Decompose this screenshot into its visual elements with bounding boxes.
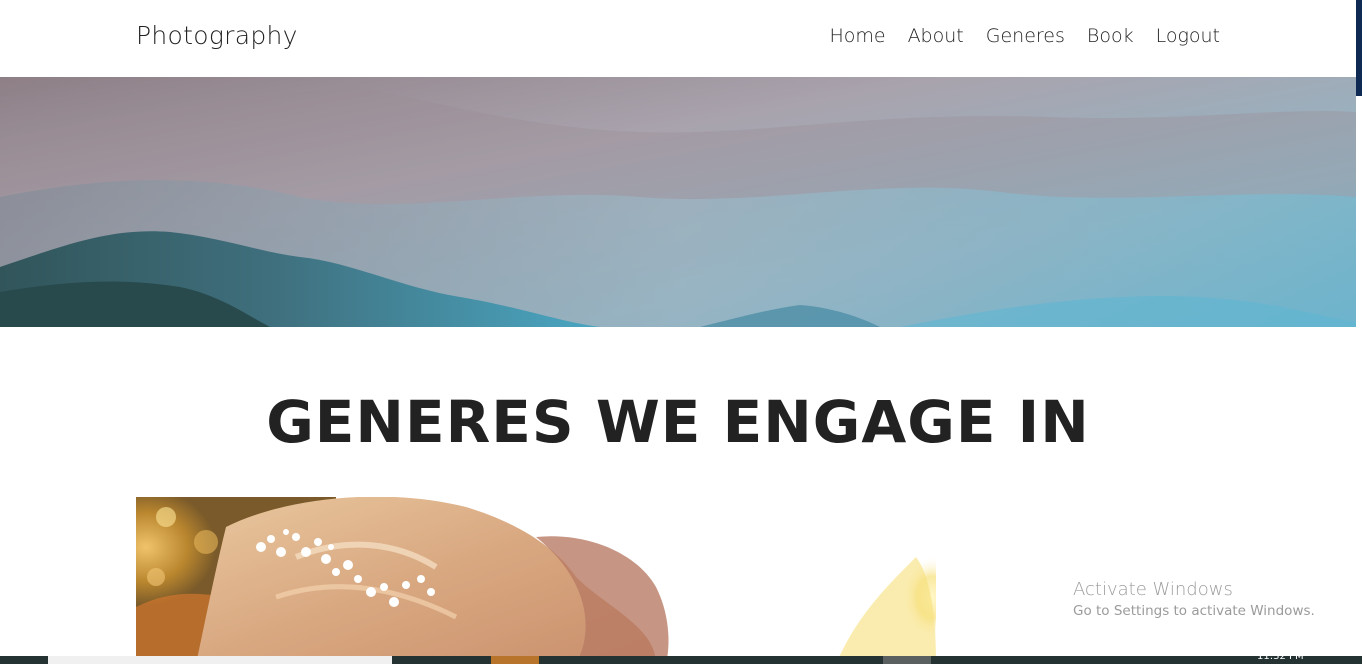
- taskbar-clock[interactable]: 11:32 PM: [1257, 651, 1304, 662]
- nav-logout[interactable]: Logout: [1156, 25, 1220, 47]
- activate-windows-watermark: Activate Windows Go to Settings to activ…: [1073, 579, 1315, 619]
- scrollbar-thumb[interactable]: [1356, 0, 1362, 96]
- top-navbar: Photography Home About Generes Book Logo…: [0, 0, 1356, 77]
- taskbar-app-icon[interactable]: [491, 656, 539, 664]
- browser-page: Photography Home About Generes Book Logo…: [0, 0, 1362, 664]
- misty-mountains-image: [0, 77, 1356, 327]
- section-title: GENERES WE ENGAGE IN: [266, 388, 1090, 456]
- taskbar-app-icon[interactable]: [883, 656, 931, 664]
- nav-home[interactable]: Home: [829, 25, 885, 47]
- bride-portrait-image: [136, 497, 936, 664]
- nav-about[interactable]: About: [908, 25, 964, 47]
- watermark-title: Activate Windows: [1073, 579, 1233, 600]
- brand-logo[interactable]: Photography: [136, 21, 298, 50]
- taskbar-search-box[interactable]: [48, 656, 392, 664]
- watermark-subtitle: Go to Settings to activate Windows.: [1073, 603, 1315, 619]
- nav-generes[interactable]: Generes: [986, 25, 1065, 47]
- nav-book[interactable]: Book: [1087, 25, 1134, 47]
- main-nav: Home About Generes Book Logout: [829, 25, 1220, 47]
- genre-wedding-image[interactable]: [136, 497, 936, 664]
- hero-banner-image: [0, 77, 1356, 327]
- windows-taskbar: 11:32 PM: [0, 651, 1362, 664]
